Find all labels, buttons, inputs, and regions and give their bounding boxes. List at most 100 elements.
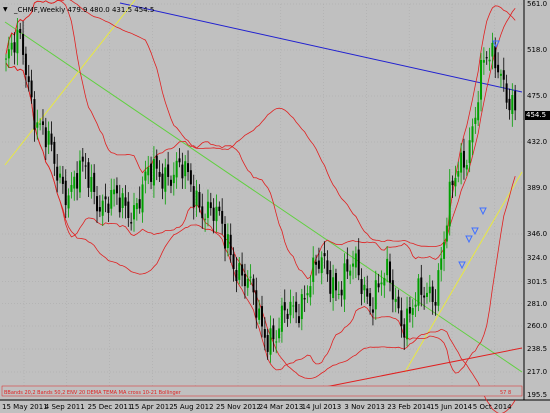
candle-body [297, 316, 300, 324]
candle-body [357, 249, 360, 276]
candlestick-chart[interactable]: BBands 20,2 Bands 50,2 ENV 20 DEMA TEMA … [0, 0, 550, 413]
candle-body [76, 173, 79, 189]
price-tick-label: 475.0 [527, 92, 548, 100]
price-tick-label: 301.5 [527, 277, 548, 286]
candle-body [386, 258, 389, 276]
candle-body [113, 189, 116, 195]
candle-body [323, 253, 326, 257]
candle-body [19, 28, 22, 33]
time-tick-label: 15 May 2011 [2, 403, 48, 411]
candle-body [420, 277, 423, 295]
candle-body [272, 325, 275, 340]
trendline-yellow-left [4, 0, 136, 166]
current-price-badge: 454.5 [525, 111, 550, 120]
candle-body [104, 196, 107, 200]
signal-arrow-icon [471, 227, 479, 236]
candle-body [465, 164, 468, 170]
symbol-title: _CHMF,Weekly 479.9 480.0 431.5 454.5 [14, 6, 154, 14]
candle-body [354, 253, 357, 268]
candle-body [477, 102, 480, 121]
candle-body [61, 176, 64, 184]
candle-body [332, 277, 335, 299]
candle-body [403, 324, 406, 338]
candle-body [158, 172, 161, 177]
candle-body [383, 277, 386, 286]
candle-body [90, 176, 93, 192]
candle-body [346, 259, 349, 272]
candle-body [508, 98, 511, 111]
candle-body [241, 264, 244, 276]
candle-body [494, 46, 497, 69]
candle-body [39, 123, 42, 125]
price-tick-label: 389.0 [527, 184, 548, 192]
time-tick-label: 15 Jun 2014 [430, 403, 473, 411]
candle-body [278, 328, 281, 339]
candle-body [130, 222, 133, 224]
time-tick-label: 24 Mar 2013 [258, 403, 304, 411]
chart-menu-icon[interactable]: ▼ [3, 6, 8, 13]
candle-body [121, 193, 124, 208]
candle-body [44, 127, 47, 148]
price-tick-label: 432.0 [527, 138, 548, 146]
candle-body [431, 286, 434, 302]
candle-body [303, 298, 306, 300]
candle-body [343, 263, 346, 300]
candle-body [377, 283, 380, 288]
candle-body [189, 170, 192, 185]
candle-body [448, 181, 451, 227]
candle-body [434, 301, 437, 306]
candle-body [471, 126, 474, 143]
candle-body [292, 305, 295, 307]
candle-body [115, 185, 118, 194]
candle-body [389, 261, 391, 283]
candle-body [47, 130, 50, 145]
candle-body [462, 150, 465, 168]
candle-body [178, 158, 181, 163]
candle-body [198, 192, 201, 208]
candle-body [286, 313, 289, 319]
candle-body [155, 155, 158, 169]
candle-body [73, 176, 76, 189]
indicator-strip-value: 57 8 [500, 390, 511, 396]
candle-body [13, 42, 16, 53]
candle-body [201, 206, 204, 219]
candle-body [164, 167, 167, 192]
candle-body [107, 203, 110, 213]
candle-body [30, 80, 33, 98]
candle-body [337, 293, 340, 295]
time-tick-label: 23 Feb 2014 [387, 403, 431, 411]
candle-body [497, 64, 500, 73]
candle-body [480, 59, 483, 100]
candle-body [184, 161, 187, 177]
candle-body [59, 173, 62, 178]
candle-body [215, 206, 218, 222]
band-20-lower [5, 62, 516, 374]
candle-body [33, 99, 36, 130]
candle-body [110, 189, 113, 209]
candle-body [261, 306, 263, 327]
ohlc-readout: 479.9 480.0 431.5 454.5 [67, 6, 155, 14]
time-tick-label: 25 Dec 2011 [87, 403, 133, 411]
candle-body [280, 305, 283, 332]
price-tick-label: 346.0 [527, 230, 548, 238]
candle-body [78, 160, 81, 193]
candle-body [374, 280, 377, 310]
price-tick-label: 260.0 [527, 322, 548, 330]
price-tick-label: 561.0 [527, 0, 548, 8]
candle-body [221, 210, 224, 224]
candle-body [329, 269, 332, 294]
candle-body [187, 163, 190, 173]
candle-body [514, 91, 517, 111]
candle-body [204, 218, 207, 220]
time-tick-label: 14 Jul 2013 [301, 403, 342, 411]
candle-body [425, 292, 428, 297]
candle-body [226, 234, 229, 249]
chart-window[interactable]: BBands 20,2 Bands 50,2 ENV 20 DEMA TEMA … [0, 0, 550, 413]
candle-body [246, 278, 249, 288]
signal-arrow-icon [479, 207, 487, 216]
candle-body [135, 203, 138, 210]
signal-arrow-icon [465, 235, 473, 244]
candle-body [84, 165, 87, 167]
candle-body [81, 156, 84, 162]
candle-body [10, 42, 13, 50]
